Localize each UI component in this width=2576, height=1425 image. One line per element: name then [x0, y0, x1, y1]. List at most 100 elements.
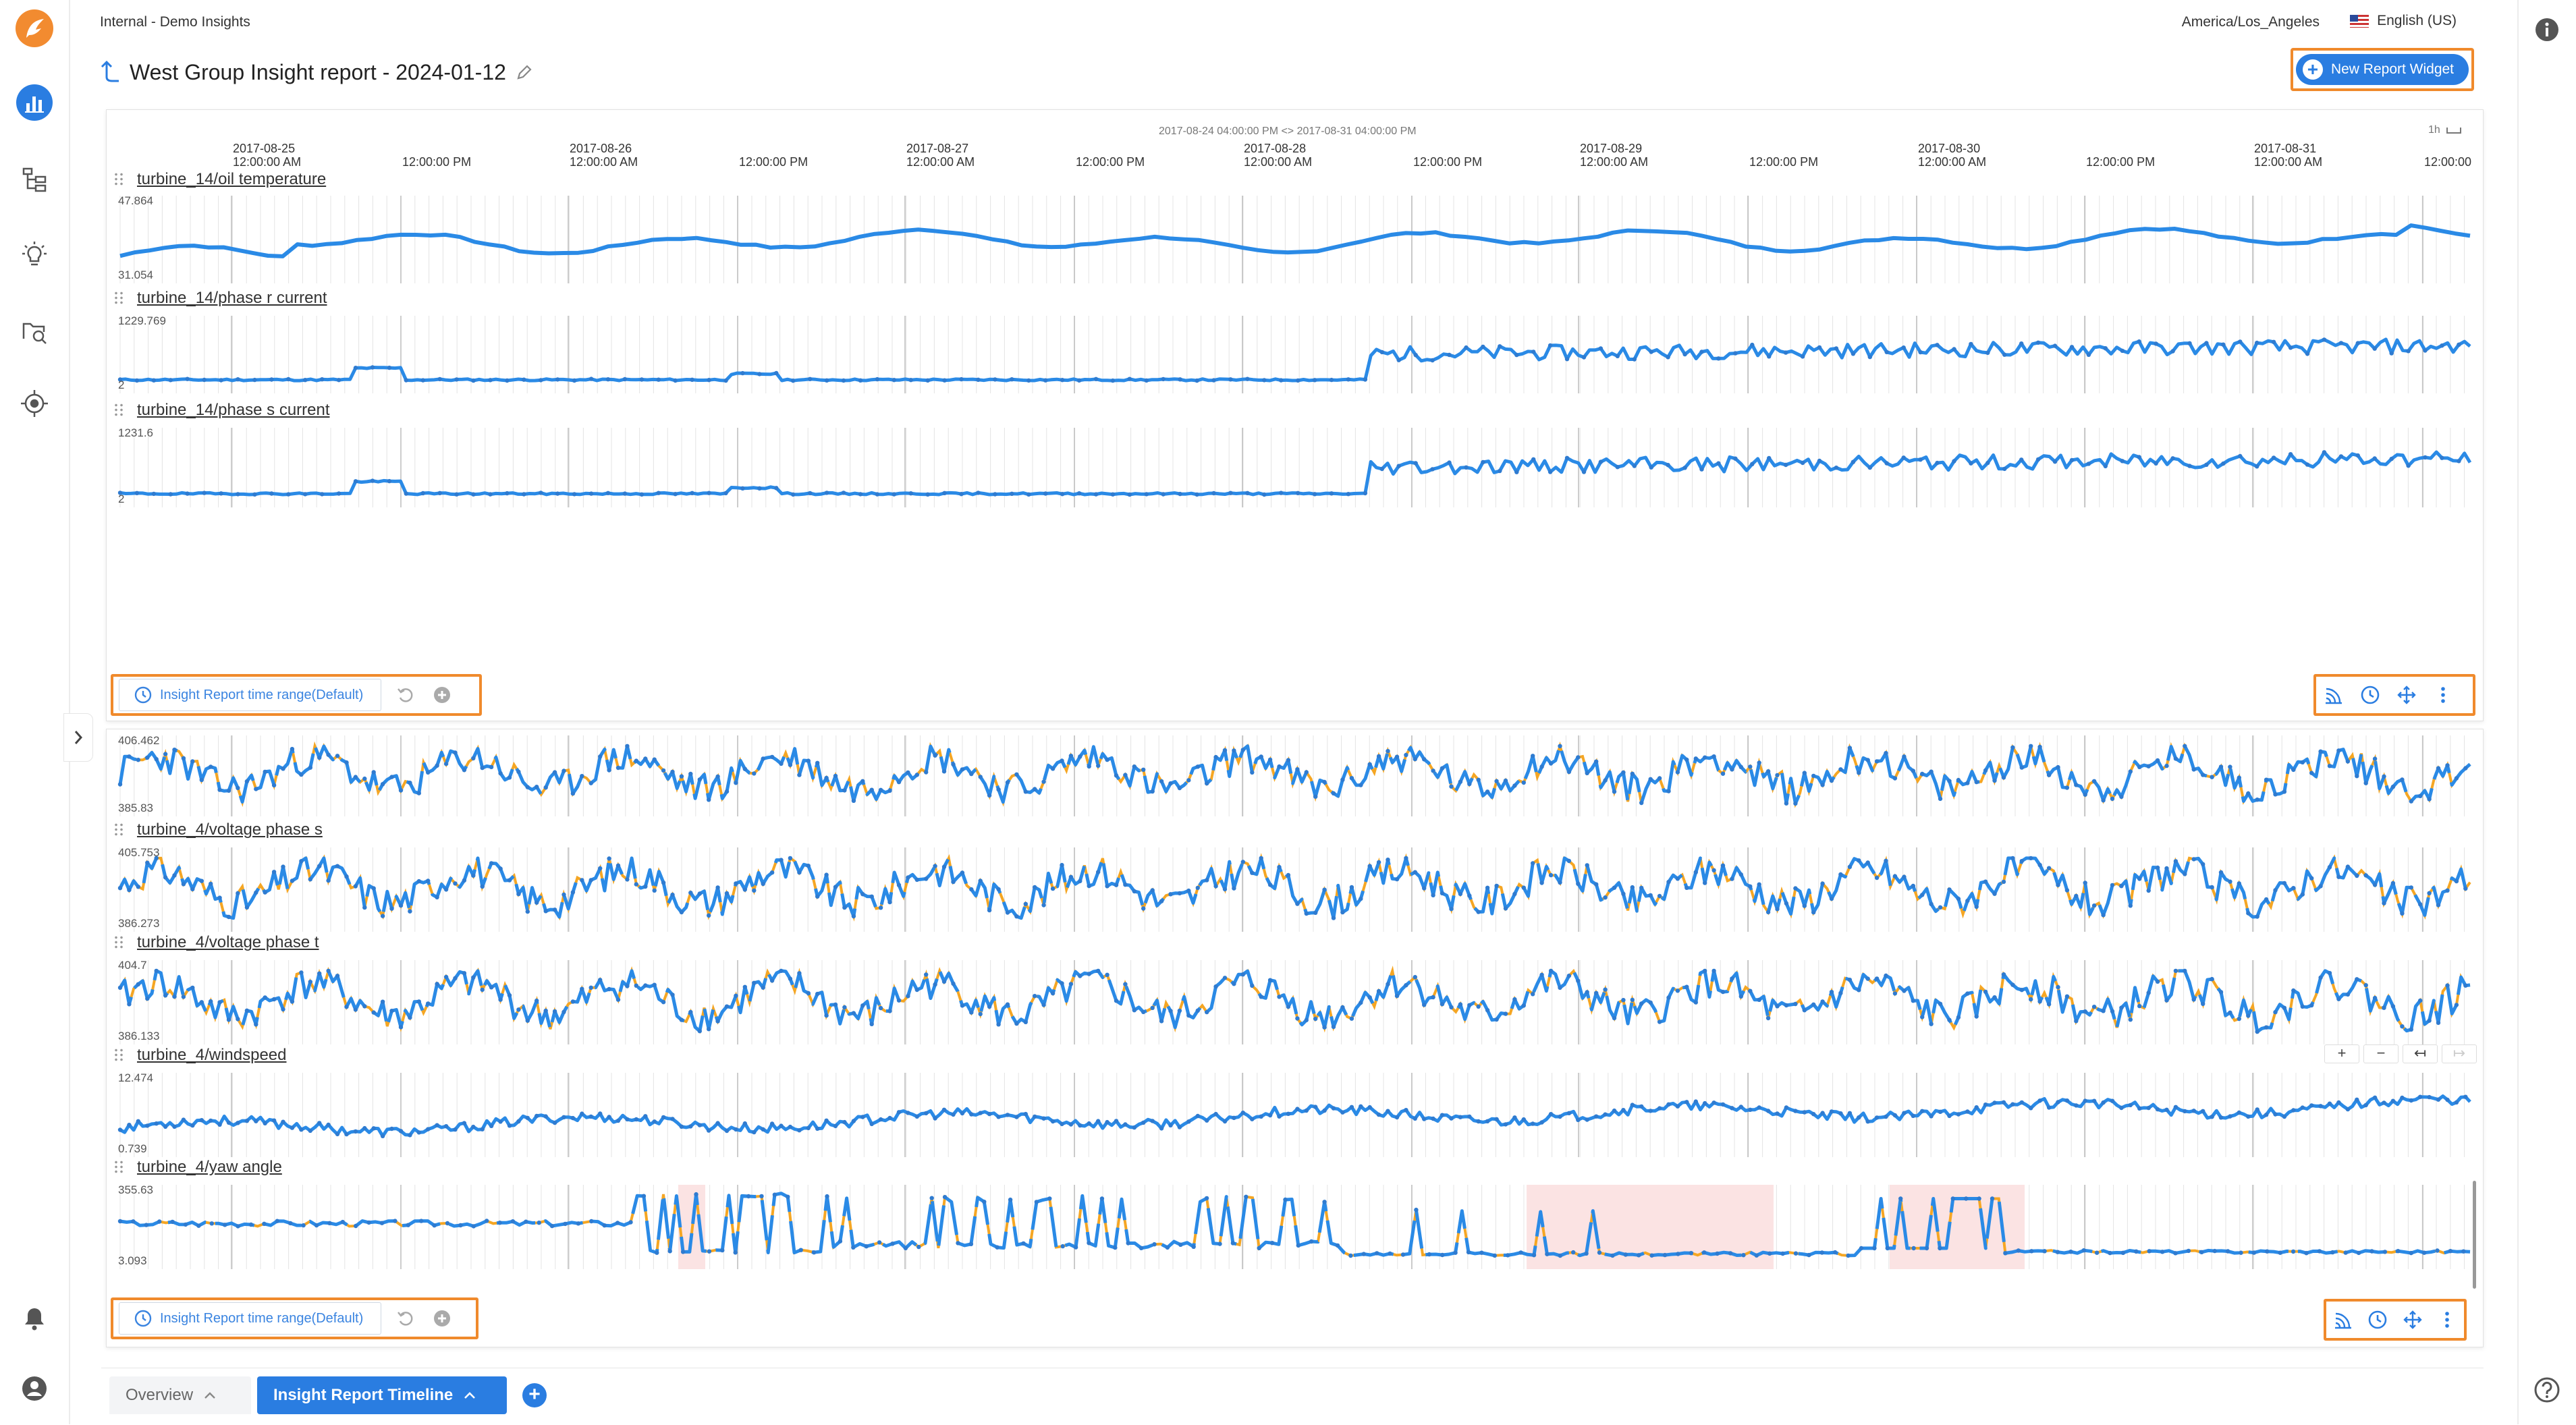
interval-indicator[interactable]: 1h: [2428, 124, 2462, 136]
series-point: [1867, 465, 1872, 470]
zoom-in-button[interactable]: +: [2324, 1044, 2359, 1063]
move-arrows-icon[interactable]: [2394, 683, 2419, 707]
series-point: [408, 909, 412, 914]
chart-title[interactable]: turbine_4/voltage phase t: [137, 933, 319, 952]
time-range-button[interactable]: Insight Report time range(Default): [119, 679, 382, 711]
series-point: [1476, 1119, 1481, 1124]
series-point: [2238, 453, 2243, 459]
tab-insight-report-timeline[interactable]: Insight Report Timeline: [257, 1376, 507, 1414]
timezone-selector[interactable]: America/Los_Angeles: [2182, 14, 2320, 30]
series-point: [1132, 1008, 1137, 1013]
help-icon[interactable]: [2533, 1376, 2560, 1403]
chart-title[interactable]: turbine_14/phase r current: [137, 289, 327, 308]
reset-range-icon[interactable]: [393, 1306, 418, 1331]
chart-plot[interactable]: [0, 196, 2576, 283]
breadcrumb[interactable]: Internal - Demo Insights: [100, 14, 250, 30]
drag-grip-icon[interactable]: [113, 403, 124, 416]
series-point: [181, 1117, 186, 1122]
time-range-button[interactable]: Insight Report time range(Default): [119, 1302, 382, 1335]
series-point: [1750, 462, 1755, 466]
pan-left-button[interactable]: ↤: [2403, 1044, 2438, 1063]
series-point: [223, 1223, 227, 1227]
series-point: [516, 1119, 521, 1124]
user-account-icon[interactable]: [14, 1368, 55, 1409]
drag-grip-icon[interactable]: [113, 935, 124, 949]
add-range-icon[interactable]: [430, 683, 454, 707]
time-clock-icon[interactable]: [2358, 683, 2382, 707]
hierarchy-icon[interactable]: [14, 159, 55, 200]
series-point: [908, 491, 913, 496]
app-logo[interactable]: [14, 8, 55, 49]
series-point: [1539, 764, 1544, 769]
series-point: [1703, 1100, 1707, 1106]
add-tab-button[interactable]: +: [522, 1383, 547, 1407]
series-point: [454, 492, 459, 497]
new-report-widget-button[interactable]: + New Report Widget: [2291, 48, 2474, 91]
series-point: [1649, 465, 1653, 470]
series-point: [543, 1114, 548, 1119]
chart-title[interactable]: turbine_4/yaw angle: [137, 1158, 282, 1177]
chart-plot[interactable]: [0, 1185, 2576, 1269]
add-circle-icon: +: [2302, 59, 2323, 80]
move-arrows-icon[interactable]: [2401, 1308, 2424, 1332]
chart-plot[interactable]: [0, 735, 2576, 816]
pan-right-button[interactable]: ↦: [2442, 1044, 2477, 1063]
chart-plot[interactable]: [0, 1073, 2576, 1157]
notifications-bell-icon[interactable]: [14, 1298, 55, 1339]
drag-grip-icon[interactable]: [113, 822, 124, 836]
chart-title[interactable]: turbine_14/phase s current: [137, 401, 330, 420]
series-point: [2445, 763, 2450, 768]
chart-title[interactable]: turbine_4/voltage phase s: [137, 820, 323, 839]
series-point: [543, 909, 548, 914]
add-range-icon[interactable]: [430, 1306, 454, 1331]
series-point: [2421, 1250, 2427, 1255]
more-options-icon[interactable]: [2431, 683, 2455, 707]
chart-title[interactable]: turbine_4/windspeed: [137, 1046, 287, 1065]
series-point: [1802, 903, 1807, 908]
series-point: [864, 1244, 869, 1249]
vertical-scrollbar[interactable]: [2473, 1181, 2476, 1289]
insights-chart-icon[interactable]: [14, 82, 55, 123]
chart-title[interactable]: turbine_14/oil temperature: [137, 170, 326, 189]
chart-plot[interactable]: [0, 847, 2576, 932]
chart-plot[interactable]: [0, 316, 2576, 393]
more-options-icon[interactable]: [2436, 1308, 2459, 1332]
series-point: [903, 1246, 908, 1251]
series-point: [1956, 896, 1961, 901]
drag-grip-icon[interactable]: [113, 291, 124, 304]
drag-grip-icon[interactable]: [113, 1048, 124, 1061]
series-point: [1050, 1119, 1056, 1124]
series-point: [2461, 1249, 2466, 1254]
series-point: [661, 881, 666, 885]
reset-range-icon[interactable]: [393, 683, 418, 707]
zoom-out-button[interactable]: −: [2363, 1044, 2399, 1063]
signal-chart-icon[interactable]: [2322, 683, 2346, 707]
series-point: [2064, 1098, 2070, 1103]
series-point: [772, 1192, 777, 1197]
series-point: [806, 864, 811, 868]
series-point: [941, 979, 947, 984]
edit-pencil-icon[interactable]: [516, 63, 533, 81]
info-icon[interactable]: [2533, 16, 2560, 43]
drag-grip-icon[interactable]: [113, 1160, 124, 1173]
series-point: [2409, 1250, 2413, 1256]
signal-chart-icon[interactable]: [2332, 1308, 2355, 1332]
series-point: [1566, 858, 1572, 864]
series-point: [2390, 881, 2396, 886]
series-point: [2436, 766, 2441, 771]
back-arrow-icon[interactable]: [100, 61, 120, 84]
chart-plot[interactable]: [0, 428, 2576, 507]
tab-overview[interactable]: Overview: [109, 1376, 251, 1414]
series-point: [435, 763, 439, 768]
time-clock-icon[interactable]: [2367, 1308, 2390, 1332]
series-point: [1010, 377, 1014, 382]
series-point: [1295, 901, 1300, 906]
series-point: [588, 985, 593, 990]
series-point: [2029, 997, 2033, 1002]
series-point: [1476, 910, 1481, 914]
drag-grip-icon[interactable]: [113, 172, 124, 186]
chart-plot[interactable]: [0, 960, 2576, 1044]
language-selector[interactable]: English (US): [2350, 13, 2457, 29]
series-point: [1767, 1251, 1772, 1256]
series-point: [1023, 901, 1029, 906]
